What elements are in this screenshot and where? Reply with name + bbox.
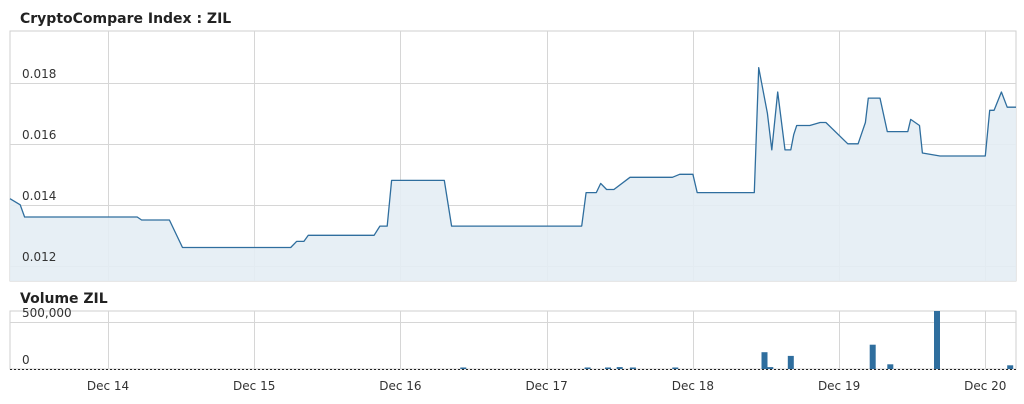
x-tick-label: Dec 14 bbox=[87, 379, 129, 393]
volume-bar bbox=[460, 367, 467, 369]
x-tick-label: Dec 15 bbox=[233, 379, 275, 393]
volume-bar bbox=[1007, 365, 1014, 369]
volume-chart-title: Volume ZIL bbox=[20, 291, 108, 307]
volume-y-tick-label: 500,000 bbox=[22, 306, 72, 320]
volume-bar bbox=[934, 311, 940, 369]
x-tick-label: Dec 17 bbox=[525, 379, 567, 393]
price-chart-title: CryptoCompare Index : ZIL bbox=[20, 11, 231, 27]
price-y-tick-label: 0.014 bbox=[22, 189, 56, 203]
volume-bar bbox=[584, 367, 591, 369]
volume-bar bbox=[616, 367, 623, 369]
volume-bar bbox=[887, 364, 894, 369]
price-y-tick-label: 0.018 bbox=[22, 67, 56, 81]
volume-bar bbox=[605, 367, 611, 369]
volume-bar bbox=[672, 367, 679, 369]
volume-bar bbox=[629, 367, 636, 369]
price-y-tick-label: 0.016 bbox=[22, 128, 56, 142]
volume-bar bbox=[787, 355, 794, 369]
x-tick-label: Dec 18 bbox=[672, 379, 714, 393]
x-tick-label: Dec 16 bbox=[379, 379, 421, 393]
x-tick-label: Dec 19 bbox=[818, 379, 860, 393]
chart-canvas: CryptoCompare Index : ZIL 0.012 0.014 0.01… bbox=[0, 0, 1024, 404]
volume-bar bbox=[761, 352, 768, 369]
volume-bar bbox=[767, 367, 774, 369]
volume-bar bbox=[869, 344, 876, 369]
volume-y-tick-label: 0 bbox=[22, 353, 30, 367]
price-y-tick-label: 0.012 bbox=[22, 250, 56, 264]
x-tick-label: Dec 20 bbox=[964, 379, 1006, 393]
